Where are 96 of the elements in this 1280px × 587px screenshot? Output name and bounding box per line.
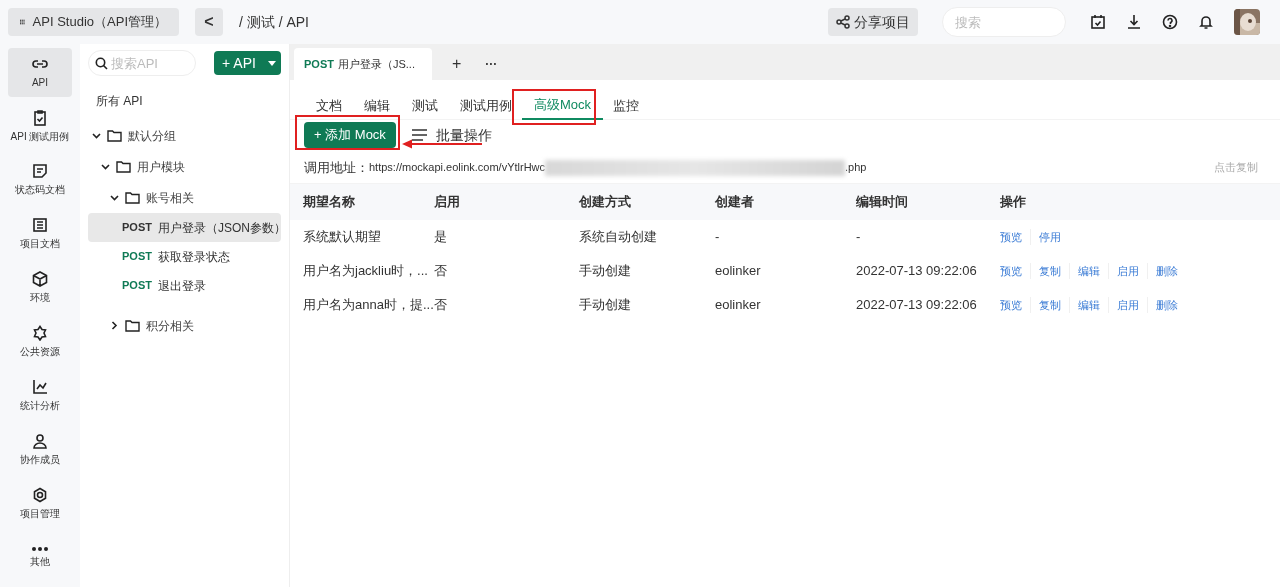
api-item[interactable]: POST 退出登录: [88, 271, 281, 300]
nav-item[interactable]: API: [8, 48, 72, 98]
tab[interactable]: 测试用例: [460, 92, 512, 120]
folder-icon: [116, 160, 131, 173]
batch-operation-link[interactable]: 批量操作: [435, 124, 492, 146]
nav-item[interactable]: 项目管理: [8, 479, 72, 529]
action-link[interactable]: 预览: [1000, 262, 1030, 280]
column-header: 编辑时间: [856, 184, 1000, 220]
nav-item[interactable]: 项目文档: [8, 209, 72, 260]
folder-icon: [125, 319, 140, 332]
nav-item[interactable]: 公共资源: [8, 317, 72, 367]
action-link[interactable]: 复制: [1030, 262, 1069, 280]
action-link[interactable]: 启用: [1108, 296, 1147, 314]
nav-item[interactable]: API 测试用例: [8, 101, 72, 152]
tab[interactable]: 监控: [613, 92, 640, 120]
nav-item[interactable]: 状态码文档: [8, 155, 72, 206]
folder-item[interactable]: 积分相关: [88, 310, 281, 341]
cube-icon: [32, 271, 48, 288]
share-icon: [836, 15, 850, 29]
add-api-button[interactable]: + API: [214, 51, 281, 75]
action-link[interactable]: 预览: [1000, 228, 1030, 246]
action-link[interactable]: 删除: [1147, 262, 1186, 280]
action-link[interactable]: 编辑: [1069, 296, 1108, 314]
column-header: 期望名称: [290, 184, 434, 220]
calendar-check-icon[interactable]: [1090, 14, 1106, 30]
table-cell: 否: [434, 254, 579, 288]
more-button[interactable]: ···: [481, 48, 502, 80]
tab[interactable]: 测试: [412, 92, 438, 120]
app-button[interactable]: API Studio（API管理）: [8, 8, 179, 36]
document-icon: [32, 217, 48, 234]
tree-root-label[interactable]: 所有 API: [80, 92, 289, 110]
api-item[interactable]: POST 用户登录（JSON参数）: [88, 213, 281, 242]
tab[interactable]: 编辑: [364, 92, 390, 120]
column-header: 创建者: [715, 184, 856, 220]
list-icon: [411, 129, 428, 141]
help-icon[interactable]: [1162, 14, 1178, 30]
mock-url: https://mockapi.eolink.com/vYtlrHwc: [369, 160, 546, 176]
table-cell: 手动创建: [579, 288, 715, 322]
nav-item[interactable]: 统计分析: [8, 371, 72, 421]
column-header: 创建方式: [579, 184, 715, 220]
table-cell: 系统自动创建: [579, 220, 715, 254]
table-cell: eolinker: [715, 288, 856, 322]
chevron-down-icon: [110, 194, 119, 201]
folder-item[interactable]: 账号相关: [88, 182, 281, 213]
folder-item[interactable]: 默认分组: [88, 120, 281, 151]
search-icon: [95, 57, 108, 70]
more-icon: [32, 546, 48, 551]
table-cell: -: [856, 220, 1000, 254]
action-link[interactable]: 删除: [1147, 296, 1186, 314]
table-cell: 系统默认期望: [290, 220, 434, 254]
table-cell: 2022-07-13 09:22:06: [856, 288, 1000, 322]
table-cell: 用户名为jackliu时，...: [290, 254, 434, 288]
action-link[interactable]: 启用: [1108, 262, 1147, 280]
nav-item[interactable]: 协作成员: [8, 425, 72, 475]
breadcrumb: / 测试 / API: [239, 12, 309, 32]
address-label: 调用地址：: [304, 158, 369, 177]
document-tab[interactable]: POST 用户登录（JS...: [294, 48, 432, 80]
api-item[interactable]: POST 获取登录状态: [88, 242, 281, 271]
table-cell-text: 用户名为anna时，提...: [302, 296, 434, 315]
table-cell: 2022-07-13 09:22:06: [856, 254, 1000, 288]
action-link[interactable]: 停用: [1030, 228, 1069, 246]
table-cell: 是: [434, 220, 579, 254]
person-icon: [32, 433, 48, 449]
nav-item[interactable]: 环境: [8, 263, 72, 313]
table-cell: 否: [434, 288, 579, 322]
mock-url-suffix: .php: [845, 160, 867, 176]
clipboard-icon: [32, 109, 48, 126]
chevron-right-icon: [110, 321, 119, 330]
action-link[interactable]: 预览: [1000, 296, 1030, 314]
action-link[interactable]: 复制: [1030, 296, 1069, 314]
chevron-down-icon: [92, 132, 101, 139]
table-cell: eolinker: [715, 254, 856, 288]
table-cell: 手动创建: [579, 254, 715, 288]
search-field[interactable]: 搜索: [942, 7, 1066, 37]
search-field[interactable]: 搜索API: [88, 50, 196, 76]
note-icon: [32, 163, 48, 180]
download-icon[interactable]: [1126, 14, 1142, 30]
folder-item[interactable]: 用户模块: [88, 151, 281, 182]
tab[interactable]: 文档: [316, 92, 342, 120]
back-button[interactable]: <: [195, 8, 223, 36]
add-tab-button[interactable]: +: [448, 48, 466, 80]
action-link[interactable]: 编辑: [1069, 262, 1108, 280]
column-header: 启用: [434, 184, 579, 220]
chevron-down-icon: [101, 163, 110, 170]
folder-icon: [107, 129, 122, 142]
gear-icon: [32, 486, 48, 503]
column-header: 操作: [1000, 184, 1280, 220]
add-mock-button[interactable]: + 添加 Mock: [304, 122, 396, 148]
caret-icon: [267, 60, 276, 66]
tab[interactable]: 高级Mock: [522, 92, 604, 120]
bell-icon[interactable]: [1198, 14, 1214, 30]
chart-icon: [32, 379, 48, 396]
table-cell: -: [715, 220, 856, 254]
share-button[interactable]: 分享项目: [828, 8, 918, 36]
folder-icon: [125, 191, 140, 204]
nav-item[interactable]: 其他: [8, 533, 72, 583]
